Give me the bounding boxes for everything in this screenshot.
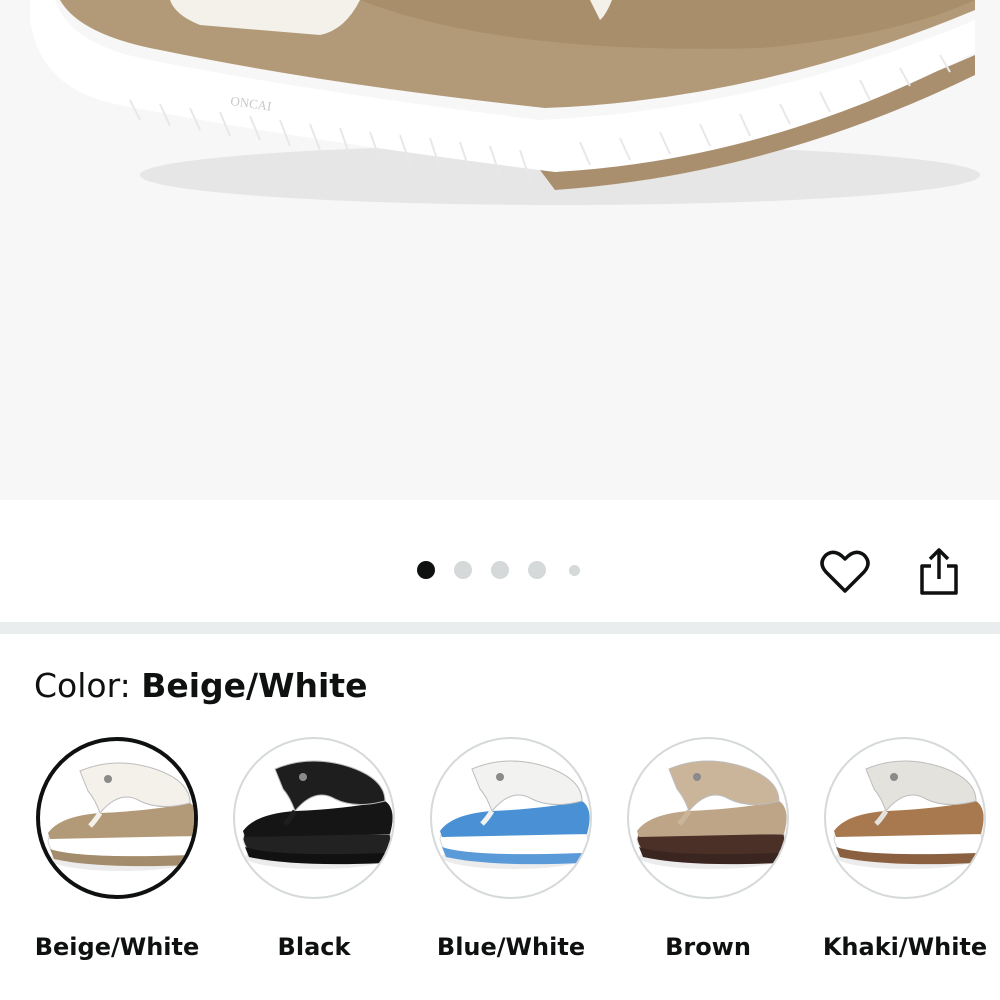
- color-swatch-label: Black: [277, 933, 351, 961]
- selected-color-value: Beige/White: [141, 666, 368, 705]
- section-divider: [0, 622, 1000, 634]
- image-controls: [0, 500, 1000, 622]
- color-label: Color:: [34, 666, 142, 705]
- color-swatch-label: Beige/White: [34, 933, 200, 961]
- sandal-closeup-illustration: ONCAI: [30, 0, 980, 205]
- color-swatch-label: Khaki/White: [822, 933, 988, 961]
- sandal-thumbnail: [833, 760, 984, 869]
- sandal-thumbnail: [242, 760, 393, 869]
- color-swatch[interactable]: [627, 737, 789, 899]
- product-image[interactable]: ONCAI: [0, 0, 1000, 500]
- carousel-dot[interactable]: [454, 561, 472, 579]
- color-swatch-label: Brown: [665, 933, 751, 961]
- share-icon: [920, 548, 958, 595]
- sandal-thumbnail: [439, 760, 590, 869]
- color-swatch[interactable]: [36, 737, 198, 899]
- wishlist-button[interactable]: [815, 542, 875, 602]
- carousel-dot[interactable]: [568, 564, 580, 576]
- carousel-dot[interactable]: [417, 561, 435, 579]
- color-swatch[interactable]: [430, 737, 592, 899]
- sandal-thumbnail: [636, 760, 787, 869]
- color-swatch[interactable]: [824, 737, 986, 899]
- sandal-thumbnail: [47, 762, 194, 871]
- share-button[interactable]: [909, 542, 969, 602]
- color-swatch[interactable]: [233, 737, 395, 899]
- heart-icon: [820, 550, 870, 593]
- color-heading: Color: Beige/White: [34, 664, 367, 708]
- carousel-dot[interactable]: [528, 561, 546, 579]
- color-swatch-label: Blue/White: [436, 933, 586, 961]
- carousel-dot[interactable]: [491, 561, 509, 579]
